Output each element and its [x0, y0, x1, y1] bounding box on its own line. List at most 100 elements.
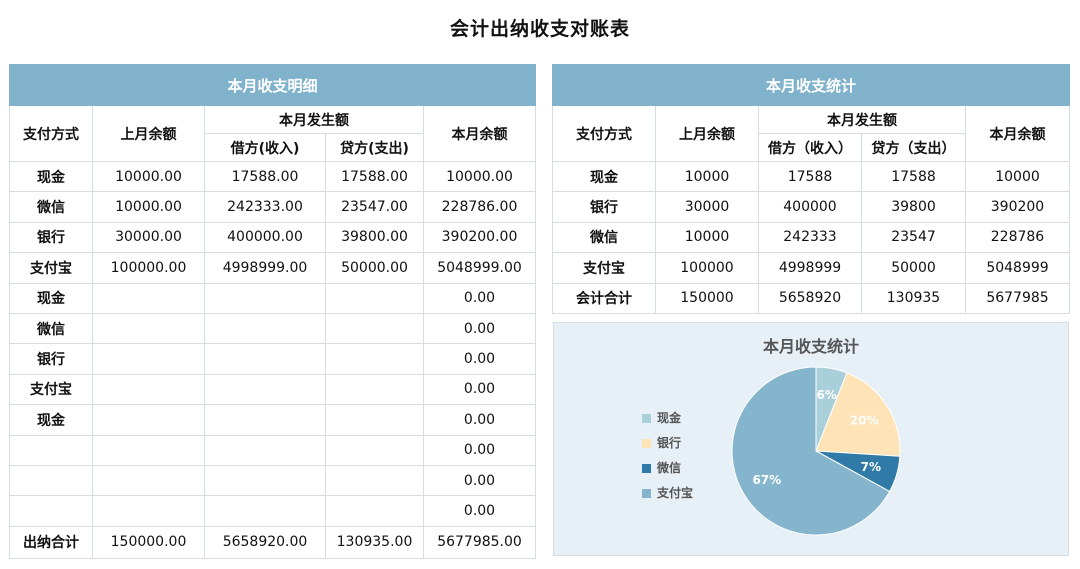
- cell-method: 现金: [9, 282, 93, 314]
- detail-total-row: 出纳合计 150000.00 5658920.00 130935.00 5677…: [9, 525, 536, 559]
- cell-method: [9, 464, 93, 497]
- header-credit: 贷方(支出): [325, 133, 424, 162]
- cell-credit: [325, 404, 424, 436]
- cell-credit: 50000: [861, 252, 966, 284]
- cell-debit: 4998999: [758, 252, 862, 284]
- table-row: 0.00: [9, 434, 536, 466]
- cell-prev: 10000.00: [92, 191, 205, 223]
- total-prev: 150000.00: [92, 525, 205, 559]
- cell-credit: 130935: [861, 282, 966, 314]
- detail-band-title: 本月收支明细: [9, 64, 536, 106]
- cell-debit: 242333.00: [204, 191, 326, 223]
- table-row: 银行 30000 400000 39800 390200: [552, 191, 1070, 223]
- cell-balance: 5048999.00: [423, 252, 536, 284]
- header-debit: 借方(收入): [204, 133, 326, 162]
- cell-balance: 0.00: [423, 464, 536, 497]
- cell-method: 银行: [9, 221, 93, 254]
- table-row: 银行 0.00: [9, 343, 536, 375]
- cell-balance: 228786.00: [423, 191, 536, 223]
- cell-balance: 228786: [965, 221, 1070, 254]
- cell-balance: 0.00: [423, 495, 536, 527]
- cell-prev: 30000: [655, 191, 759, 223]
- table-row: 微信 10000 242333 23547 228786: [552, 221, 1070, 254]
- cell-method: 现金: [552, 160, 656, 193]
- total-label: 出纳合计: [9, 525, 93, 559]
- cell-credit: 23547.00: [325, 191, 424, 223]
- cell-credit: 50000.00: [325, 252, 424, 284]
- cell-method: 支付宝: [9, 252, 93, 284]
- cell-credit: 39800.00: [325, 221, 424, 254]
- table-row: 微信 10000.00 242333.00 23547.00 228786.00: [9, 191, 536, 223]
- page-title: 会计出纳收支对账表: [449, 18, 630, 40]
- cell-debit: [204, 312, 326, 345]
- cell-balance: 0.00: [423, 343, 536, 375]
- pie-chart: 6% 20% 7% 67%: [731, 366, 901, 536]
- table-row: 支付宝 100000.00 4998999.00 50000.00 5048999.00: [9, 252, 536, 284]
- cell-prev: 30000.00: [92, 221, 205, 254]
- cell-credit: 39800: [861, 191, 966, 223]
- cell-prev: [92, 464, 205, 497]
- header-method: 支付方式: [9, 105, 93, 162]
- cell-prev: [92, 404, 205, 436]
- cell-method: 银行: [552, 191, 656, 223]
- detail-table: 本月收支明细 支付方式 上月余额 本月发生额 本月余额 借方(收入) 贷方(支出…: [9, 64, 536, 559]
- cell-prev: 150000: [655, 282, 759, 314]
- cell-method: [9, 434, 93, 466]
- cell-balance: 0.00: [423, 434, 536, 466]
- cell-prev: 100000.00: [92, 252, 205, 284]
- table-row: 支付宝 0.00: [9, 373, 536, 406]
- cell-credit: 23547: [861, 221, 966, 254]
- table-row: 0.00: [9, 495, 536, 527]
- summary-band-title: 本月收支统计: [552, 64, 1070, 106]
- cell-credit: [325, 373, 424, 406]
- cell-debit: 17588.00: [204, 160, 326, 193]
- summary-table: 本月收支统计 支付方式 上月余额 本月发生额 本月余额 借方（收入） 贷方（支出…: [552, 64, 1070, 314]
- cell-prev: [92, 312, 205, 345]
- table-row: 银行 30000.00 400000.00 39800.00 390200.00: [9, 221, 536, 254]
- table-row: 支付宝 100000 4998999 50000 5048999: [552, 252, 1070, 284]
- total-debit: 5658920.00: [204, 525, 326, 559]
- cell-method: 支付宝: [552, 252, 656, 284]
- cell-balance: 10000: [965, 160, 1070, 193]
- cell-method: 微信: [9, 312, 93, 345]
- pie-data-label: 6%: [817, 388, 837, 402]
- cell-debit: 400000.00: [204, 221, 326, 254]
- cell-method: 支付宝: [9, 373, 93, 406]
- cell-credit: [325, 282, 424, 314]
- cell-credit: [325, 495, 424, 527]
- cell-method: 会计合计: [552, 282, 656, 314]
- cell-debit: 17588: [758, 160, 862, 193]
- cell-credit: [325, 434, 424, 466]
- cell-credit: [325, 343, 424, 375]
- cell-credit: 17588: [861, 160, 966, 193]
- cell-method: 微信: [552, 221, 656, 254]
- cell-balance: 10000.00: [423, 160, 536, 193]
- header-method: 支付方式: [552, 105, 656, 162]
- table-row: 现金 0.00: [9, 282, 536, 314]
- header-prev-balance: 上月余额: [92, 105, 205, 162]
- total-credit: 130935.00: [325, 525, 424, 559]
- cell-debit: [204, 343, 326, 375]
- pie-data-label: 7%: [861, 460, 881, 474]
- cell-prev: 10000.00: [92, 160, 205, 193]
- table-row: 0.00: [9, 464, 536, 497]
- cell-debit: [204, 373, 326, 406]
- header-occurrence: 本月发生额: [758, 105, 966, 134]
- cell-balance: 0.00: [423, 404, 536, 436]
- cell-balance: 390200.00: [423, 221, 536, 254]
- cell-debit: [204, 495, 326, 527]
- cell-prev: 10000: [655, 221, 759, 254]
- header-credit: 贷方（支出）: [861, 133, 966, 162]
- table-row: 会计合计 150000 5658920 130935 5677985: [552, 282, 1070, 314]
- cell-method: 银行: [9, 343, 93, 375]
- cell-debit: [204, 464, 326, 497]
- cell-method: 微信: [9, 191, 93, 223]
- total-balance: 5677985.00: [423, 525, 536, 559]
- cell-balance: 390200: [965, 191, 1070, 223]
- cell-prev: [92, 373, 205, 406]
- table-row: 现金 0.00: [9, 404, 536, 436]
- table-row: 微信 0.00: [9, 312, 536, 345]
- cell-method: [9, 495, 93, 527]
- cell-prev: [92, 282, 205, 314]
- cell-method: 现金: [9, 404, 93, 436]
